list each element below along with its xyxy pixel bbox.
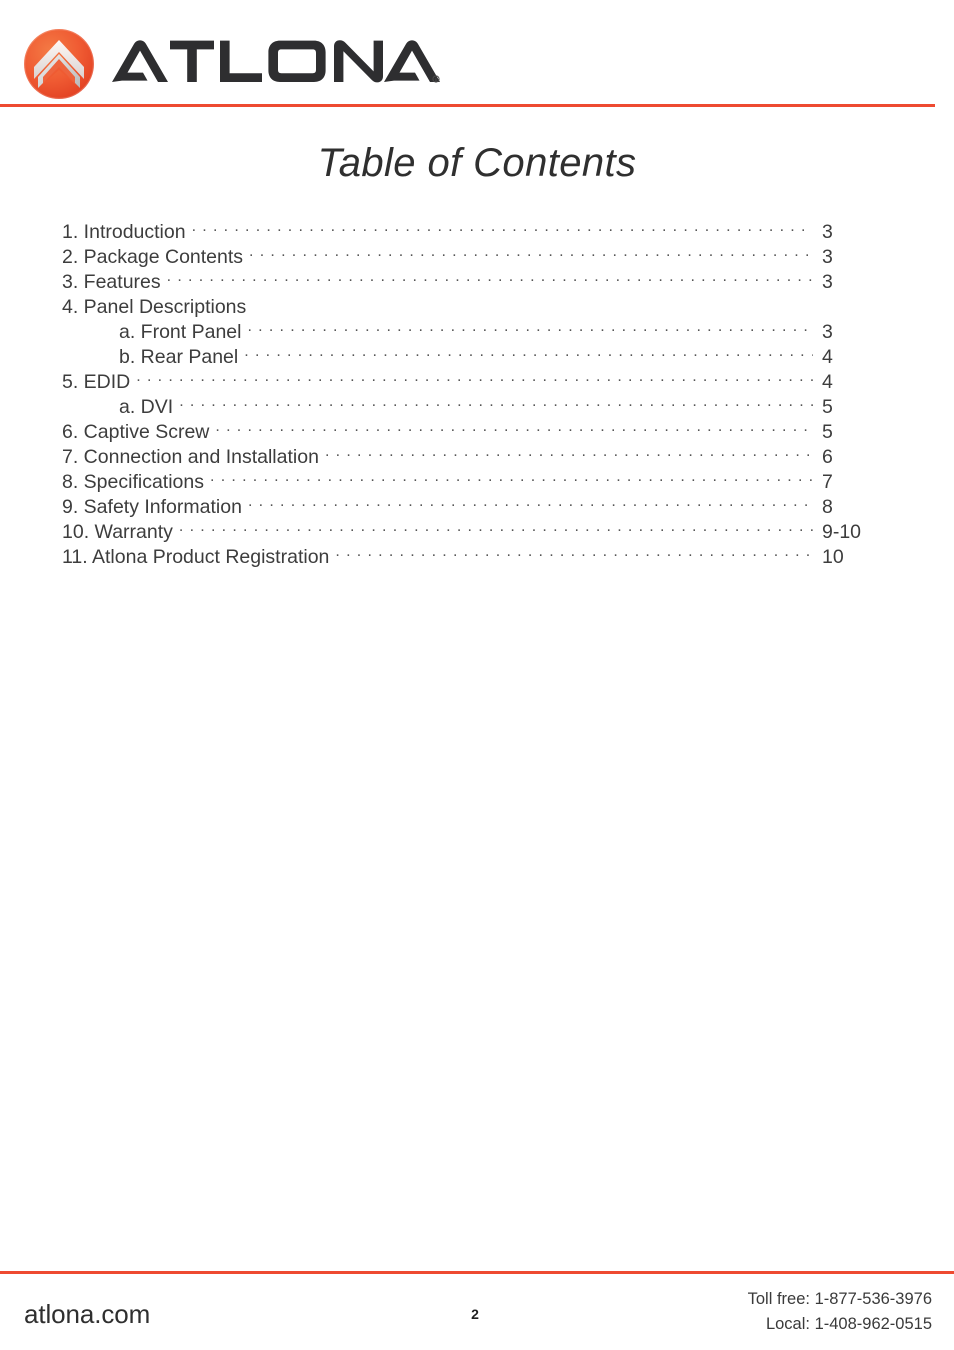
toc-entry-label: 11. Atlona Product Registration: [62, 545, 330, 568]
svg-text:R: R: [435, 77, 438, 82]
toc-leader-dots: [252, 293, 813, 313]
footer-local-phone: Local: 1-408-962-0515: [765, 1315, 932, 1333]
page-header: R: [0, 0, 954, 108]
toc-entry-label: 1. Introduction: [62, 220, 186, 243]
header-divider-rule: [0, 104, 935, 107]
toc-entry-label: 9. Safety Information: [62, 495, 242, 518]
toc-leader-dots: [247, 318, 813, 338]
toc-entry-label: 2. Package Contents: [62, 245, 244, 268]
toc-entry[interactable]: 7. Connection and Installation 6: [62, 443, 880, 468]
toc-leader-dots: [136, 368, 813, 388]
toc-entry-page-number: 7: [822, 470, 833, 493]
footer-contact-info: Toll free: 1-877-536-3976 Local: 1-408-9…: [748, 1287, 932, 1337]
toc-entry[interactable]: 3. Features 3: [62, 268, 880, 293]
atlona-logo: R: [22, 27, 440, 101]
atlona-wordmark: R: [110, 38, 440, 90]
toc-entry[interactable]: 4. Panel Descriptions: [62, 293, 880, 318]
toc-entry-page-number: 3: [822, 245, 833, 268]
toc-entry[interactable]: a. Front Panel 3: [62, 318, 880, 343]
toc-entry[interactable]: 2. Package Contents 3: [62, 243, 880, 268]
toc-entry-label: 5. EDID: [62, 370, 131, 393]
toc-entry[interactable]: 1. Introduction 3: [62, 218, 880, 243]
toc-leader-dots: [210, 468, 813, 488]
toc-entry[interactable]: 8. Specifications 7: [62, 468, 880, 493]
toc-entry[interactable]: a. DVI 5: [62, 393, 880, 418]
toc-entry[interactable]: 6. Captive Screw 5: [62, 418, 880, 443]
table-of-contents-list: 1. Introduction32. Package Contents33. F…: [62, 218, 880, 568]
toc-entry[interactable]: 11. Atlona Product Registration 10: [62, 543, 880, 568]
toc-entry-label: 3. Features: [62, 270, 161, 293]
footer-toll-free: Toll free: 1-877-536-3976: [747, 1290, 932, 1308]
toc-entry-label: 4. Panel Descriptions: [62, 295, 247, 318]
toc-entry-label: a. Front Panel: [119, 320, 242, 343]
toc-leader-dots: [179, 518, 813, 538]
toc-leader-dots: [248, 493, 813, 513]
atlona-chevron-circle-icon: [22, 27, 96, 101]
toc-entry-page-number: 6: [822, 445, 833, 468]
toc-leader-dots: [179, 393, 813, 413]
toc-entry-page-number: 4: [822, 345, 833, 368]
toc-leader-dots: [249, 243, 813, 263]
toc-entry-page-number: 3: [822, 270, 833, 293]
toc-entry-label: 7. Connection and Installation: [62, 445, 319, 468]
toc-leader-dots: [335, 543, 813, 563]
toc-entry-label: 6. Captive Screw: [62, 420, 210, 443]
toc-entry[interactable]: 9. Safety Information 8: [62, 493, 880, 518]
toc-entry-label: a. DVI: [119, 395, 174, 418]
toc-entry-label: b. Rear Panel: [119, 345, 239, 368]
toc-leader-dots: [244, 343, 813, 363]
toc-leader-dots: [192, 218, 813, 238]
page-title: Table of Contents: [317, 141, 637, 185]
page-footer: atlona.com 2 Toll free: 1-877-536-3976 L…: [0, 1274, 954, 1350]
toc-entry-page-number: 9-10: [822, 520, 862, 543]
toc-entry-page-number: 5: [822, 420, 833, 443]
toc-leader-dots: [215, 418, 813, 438]
toc-entry-page-number: 3: [822, 320, 833, 343]
toc-entry-page-number: 3: [822, 220, 833, 243]
toc-entry[interactable]: 10. Warranty 9-10: [62, 518, 880, 543]
toc-leader-dots: [325, 443, 813, 463]
toc-entry-page-number: 8: [822, 495, 833, 518]
toc-entry-label: 10. Warranty: [62, 520, 173, 543]
toc-entry[interactable]: b. Rear Panel 4: [62, 343, 880, 368]
toc-entry[interactable]: 5. EDID 4: [62, 368, 880, 393]
toc-entry-page-number: 4: [822, 370, 833, 393]
toc-entry-page-number: 10: [822, 545, 844, 568]
toc-entry-label: 8. Specifications: [62, 470, 204, 493]
toc-entry-page-number: 5: [822, 395, 833, 418]
toc-leader-dots: [167, 268, 813, 288]
